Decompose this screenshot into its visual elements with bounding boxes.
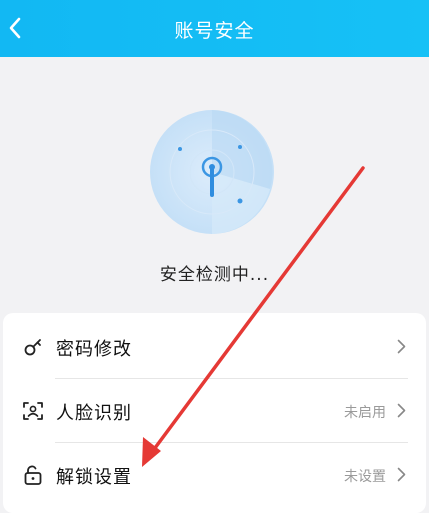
face-scan-icon xyxy=(23,402,43,420)
key-icon xyxy=(24,339,41,356)
security-settings-list: 密码修改 人脸识别 未启用 解锁设置 未设置 xyxy=(3,313,426,513)
security-scan-panel: 安全检测中... xyxy=(0,57,429,312)
chevron-right-icon xyxy=(397,339,406,354)
app-header: 账号安全 xyxy=(0,0,429,57)
chevron-right-icon xyxy=(397,467,406,482)
unlock-icon xyxy=(24,465,42,485)
scan-status-text: 安全检测中... xyxy=(159,265,270,285)
settings-item-label: 解锁设置 xyxy=(56,467,132,488)
page-title: 账号安全 xyxy=(174,20,255,42)
settings-item-face-recognition[interactable]: 人脸识别 未启用 xyxy=(3,379,426,442)
settings-item-status: 未启用 xyxy=(344,405,386,421)
settings-item-password[interactable]: 密码修改 xyxy=(3,315,426,378)
settings-item-label: 人脸识别 xyxy=(56,403,132,424)
settings-item-status: 未设置 xyxy=(344,469,386,485)
radar-scan-icon xyxy=(150,110,274,234)
settings-item-label: 密码修改 xyxy=(56,339,132,360)
settings-item-unlock[interactable]: 解锁设置 未设置 xyxy=(3,443,426,506)
chevron-right-icon xyxy=(397,403,406,418)
